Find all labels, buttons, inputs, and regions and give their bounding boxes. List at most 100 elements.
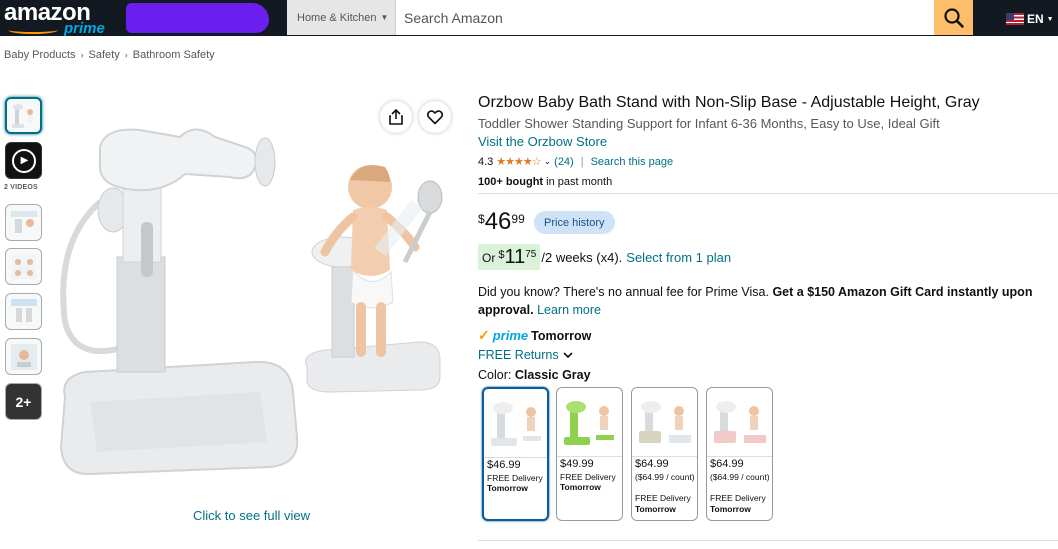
installment-offer: Or $ 11 75 /2 weeks (x4). Select from 1 … [478, 244, 731, 270]
product-thumbnail-image [10, 210, 37, 233]
breadcrumb: Baby Products › Safety › Bathroom Safety [4, 49, 215, 61]
main-product-image[interactable] [45, 92, 445, 492]
caret-down-icon: ▼ [380, 13, 389, 22]
wishlist-button[interactable] [419, 101, 451, 133]
language-selector[interactable]: EN ▼ [1006, 12, 1054, 26]
swatch-delivery-day: Tomorrow [635, 504, 676, 514]
section-divider [478, 193, 1058, 194]
swatch-divider [632, 456, 697, 457]
swatch-delivery-day: Tomorrow [487, 483, 528, 493]
swatch-image [491, 402, 541, 446]
store-link[interactable]: Visit the Orzbow Store [478, 134, 607, 149]
bought-count-rest: in past month [546, 176, 613, 188]
product-title: Orzbow Baby Bath Stand with Non-Slip Bas… [478, 94, 980, 111]
installment-fraction: 75 [525, 249, 537, 260]
rating-count-link[interactable]: (24) [554, 156, 574, 168]
free-returns-label: FREE Returns [478, 348, 559, 362]
swatch-delivery-day: Tomorrow [560, 482, 601, 492]
bought-count-bold: 100+ bought [478, 176, 544, 188]
search-button[interactable] [934, 0, 973, 35]
swatch-delivery: FREE Delivery [635, 493, 691, 503]
swatch-delivery: FREE Delivery [560, 472, 616, 482]
swatch-delivery: FREE Delivery [710, 493, 766, 503]
installment-or: Or [482, 251, 496, 265]
thumbnail-more[interactable]: 2+ [5, 383, 42, 420]
breadcrumb-bathroom-safety[interactable]: Bathroom Safety [133, 49, 215, 61]
price-symbol: $ [478, 212, 485, 226]
color-swatch-green[interactable]: $49.99 FREE Delivery Tomorrow [556, 387, 623, 521]
product-thumbnail-image [10, 343, 37, 370]
installment-terms: /2 weeks (x4). [541, 249, 623, 265]
product-thumbnail-image [11, 254, 36, 279]
chevron-down-icon[interactable]: ⌄ [544, 156, 552, 167]
search-category-dropdown[interactable]: Home & Kitchen ▼ [287, 0, 396, 35]
section-divider [478, 540, 1058, 541]
learn-more-link[interactable]: Learn more [537, 303, 601, 317]
swatch-price: $46.99 [487, 459, 521, 471]
thumbnail-image[interactable] [5, 338, 42, 375]
videos-count-label: 2 VIDEOS [4, 184, 38, 191]
swatch-day: Tomorrow [560, 482, 601, 492]
thumbnail-video[interactable]: ▶ [5, 142, 42, 179]
search-category-label: Home & Kitchen [297, 11, 377, 24]
free-returns-link[interactable]: FREE Returns [478, 348, 573, 362]
thumbnail-image[interactable] [5, 293, 42, 330]
prime-delivery: ✓ prime Tomorrow [478, 327, 591, 344]
rating-value: 4.3 [478, 155, 494, 168]
thumbnail-image[interactable] [5, 248, 42, 285]
divider: | [580, 155, 584, 168]
select-plan-link[interactable]: Select from 1 plan [626, 250, 731, 265]
price-fraction: 99 [511, 212, 525, 226]
swatch-divider [484, 457, 547, 458]
thumbnail-image[interactable] [5, 204, 42, 241]
prime-visa-promo: Did you know? There's no annual fee for … [478, 283, 1048, 319]
delivery-day: Tomorrow [531, 328, 592, 343]
more-images-label: 2+ [15, 393, 32, 410]
us-flag-icon [1006, 13, 1024, 25]
swatch-image [639, 401, 691, 443]
swatch-image [714, 401, 766, 443]
share-icon [389, 108, 403, 125]
search-bar: Home & Kitchen ▼ [287, 0, 973, 35]
swatch-delivery-day: Tomorrow [710, 504, 751, 514]
full-view-link[interactable]: Click to see full view [193, 508, 310, 523]
search-icon [943, 7, 964, 28]
swatch-price: $64.99 [635, 458, 669, 470]
swatch-delivery: FREE Delivery [487, 473, 543, 483]
language-label: EN [1027, 12, 1044, 26]
search-input[interactable] [397, 0, 934, 35]
swatch-divider [707, 456, 772, 457]
star-rating-icon[interactable]: ★★★★☆ [496, 155, 541, 168]
installment-badge: Or $ 11 75 [478, 244, 541, 270]
amazon-logo[interactable]: amazon prime [4, 0, 108, 37]
color-swatch-beige-set[interactable]: $64.99 ($64.99 / count) FREE Delivery To… [631, 387, 698, 521]
swatch-day: Tomorrow [710, 504, 751, 514]
color-label: Color: [478, 368, 512, 382]
swatch-image [564, 401, 614, 445]
breadcrumb-safety[interactable]: Safety [89, 49, 120, 61]
installment-whole: 11 [504, 246, 526, 268]
price-history-button[interactable]: Price history [534, 211, 615, 234]
logo-smile-icon [8, 26, 58, 34]
product-subtitle: Toddler Shower Standing Support for Infa… [478, 116, 940, 131]
redacted-delivery-location[interactable] [126, 3, 269, 33]
color-swatch-classic-gray[interactable]: $46.99 FREE Delivery Tomorrow [482, 387, 549, 521]
swatch-unit-price: ($64.99 / count) [710, 472, 770, 482]
breadcrumb-baby-products[interactable]: Baby Products [4, 49, 76, 61]
prime-check-icon: ✓ [478, 327, 490, 343]
thumbnail-main[interactable] [5, 97, 42, 134]
share-button[interactable] [380, 101, 412, 133]
swatch-day: Tomorrow [635, 504, 676, 514]
search-this-page-link[interactable]: Search this page [591, 156, 674, 168]
product-thumbnail-image [11, 103, 33, 128]
color-value: Classic Gray [514, 368, 591, 382]
play-icon: ▶ [11, 148, 36, 173]
color-swatch-pink-set[interactable]: $64.99 ($64.99 / count) FREE Delivery To… [706, 387, 773, 521]
color-selection: Color: Classic Gray [478, 368, 591, 382]
price-whole: 46 [484, 208, 512, 235]
logo-prime-text: prime [64, 20, 105, 37]
swatch-day: Tomorrow [487, 483, 528, 493]
chevron-down-icon [563, 352, 573, 359]
product-thumbnail-image [10, 298, 37, 322]
chevron-right-icon: › [124, 50, 128, 60]
